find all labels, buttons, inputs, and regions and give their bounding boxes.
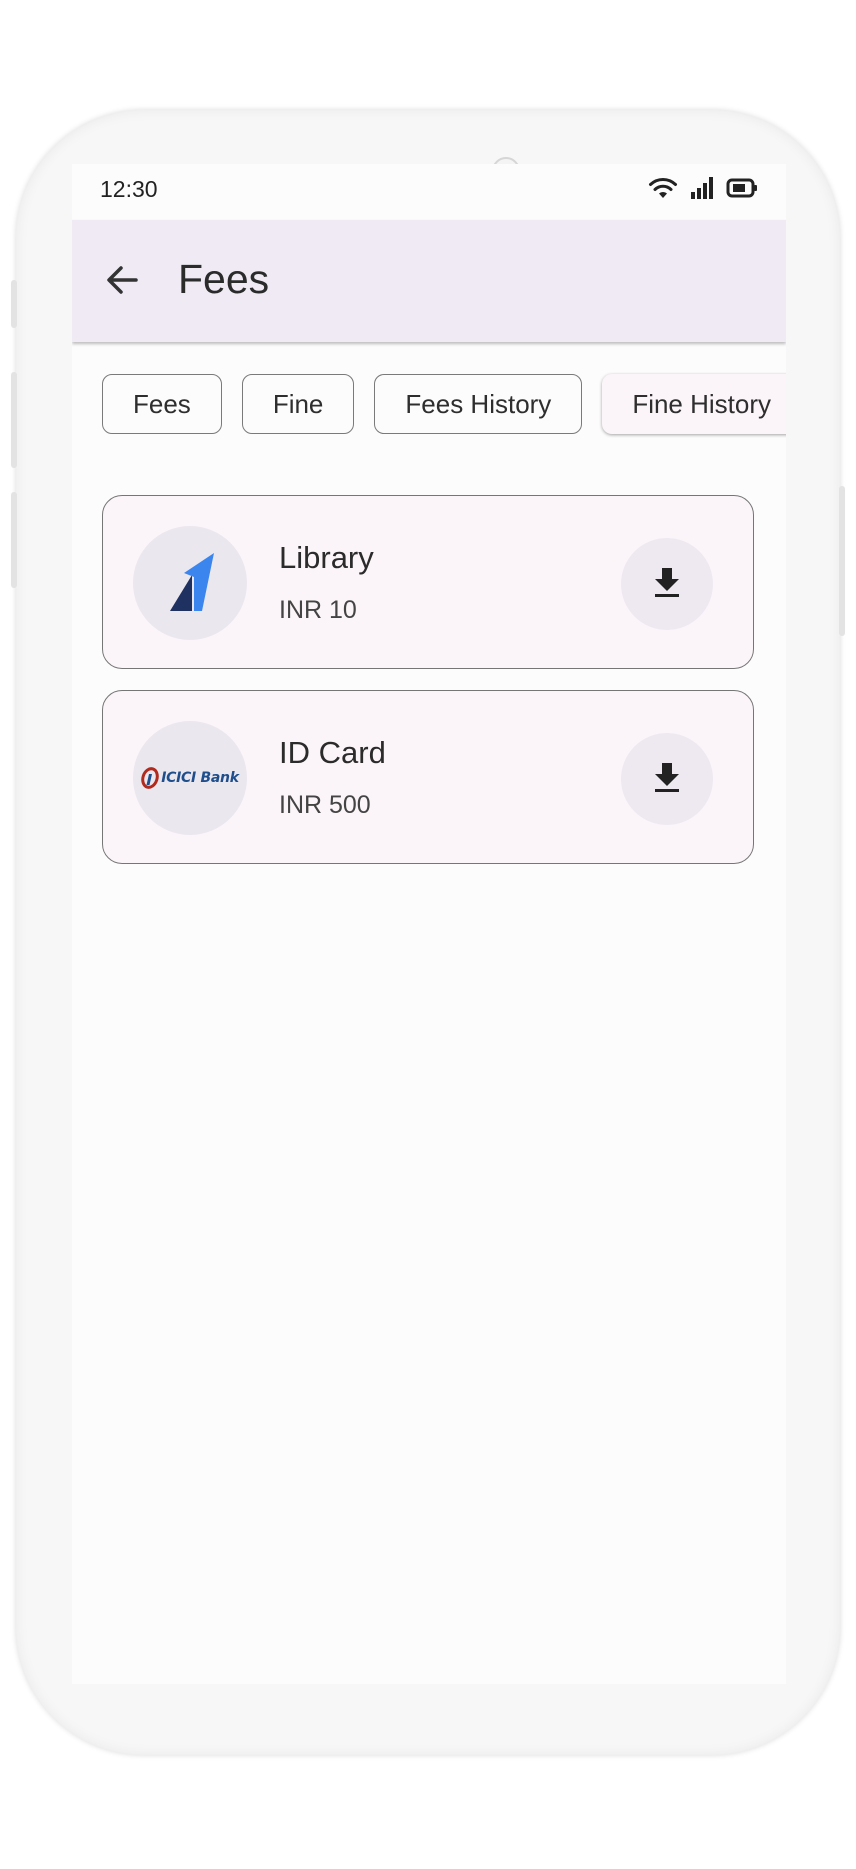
- library-logo: [133, 526, 247, 640]
- download-button[interactable]: [621, 733, 713, 825]
- phone-volume-down-button: [11, 492, 17, 588]
- page-title: Fees: [178, 256, 270, 302]
- icici-bank-logo: ICICI Bank: [133, 721, 247, 835]
- phone-volume-up-button: [11, 372, 17, 468]
- filter-chips: Fees Fine Fees History Fine History: [102, 374, 786, 434]
- fee-card-library[interactable]: Library INR 10: [102, 495, 754, 669]
- icici-emblem-icon: [141, 767, 160, 789]
- app-bar: Fees: [72, 220, 786, 342]
- icici-logo-text: ICICI Bank: [161, 770, 239, 786]
- wifi-icon: [648, 176, 678, 205]
- signal-icon: [690, 176, 714, 205]
- card-title: Library: [279, 540, 374, 575]
- app-screen: 12:30 Fees Fees Fine Fees History Fine H…: [72, 164, 786, 1684]
- download-icon: [650, 565, 684, 604]
- status-time: 12:30: [100, 176, 158, 202]
- status-icons: [648, 176, 758, 205]
- chip-fine[interactable]: Fine: [241, 374, 355, 434]
- chip-fine-history[interactable]: Fine History: [602, 374, 786, 434]
- download-button[interactable]: [621, 538, 713, 630]
- card-title: ID Card: [279, 735, 386, 770]
- phone-side-button: [11, 280, 17, 328]
- chip-fees-history[interactable]: Fees History: [374, 374, 583, 434]
- download-icon: [650, 760, 684, 799]
- card-amount: INR 10: [279, 596, 357, 624]
- status-bar: 12:30: [72, 164, 786, 220]
- back-button[interactable]: [96, 256, 148, 308]
- fee-card-id-card[interactable]: ICICI Bank ID Card INR 500: [102, 690, 754, 864]
- arrow-back-icon: [104, 262, 140, 303]
- chip-fees[interactable]: Fees: [102, 374, 222, 434]
- battery-icon: [726, 177, 758, 204]
- phone-power-button: [839, 486, 845, 636]
- card-amount: INR 500: [279, 791, 371, 819]
